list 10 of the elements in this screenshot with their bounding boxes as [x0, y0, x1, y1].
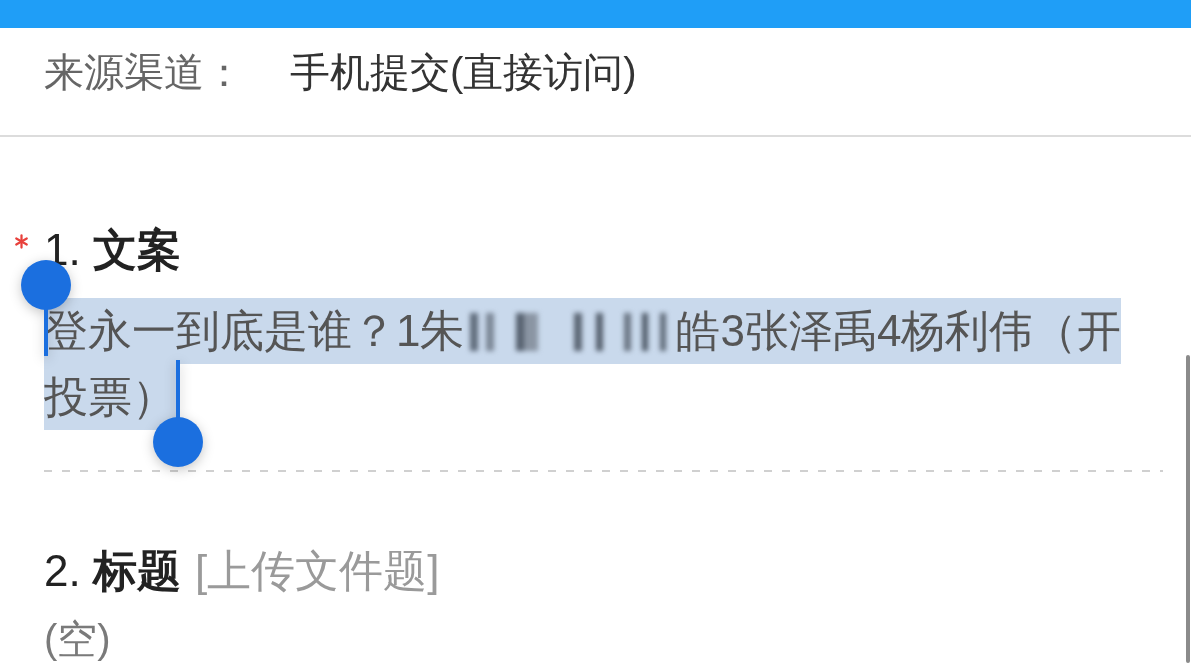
source-label: 来源渠道：	[44, 49, 245, 96]
answer-text: 皓3张泽禹4杨利伟（开	[676, 298, 1122, 364]
scrollbar-thumb[interactable]	[1186, 355, 1190, 663]
answer-text: 登永一到底是谁？1朱	[44, 298, 465, 364]
empty-answer-text: (空)	[44, 619, 111, 659]
selection-handle-icon[interactable]	[153, 360, 203, 467]
answer-text: 投票）	[44, 364, 176, 430]
question-title: 2. 标题	[44, 545, 181, 597]
source-value: 手机提交(直接访问)	[290, 49, 637, 96]
question-type-label: [上传文件题]	[194, 545, 440, 597]
